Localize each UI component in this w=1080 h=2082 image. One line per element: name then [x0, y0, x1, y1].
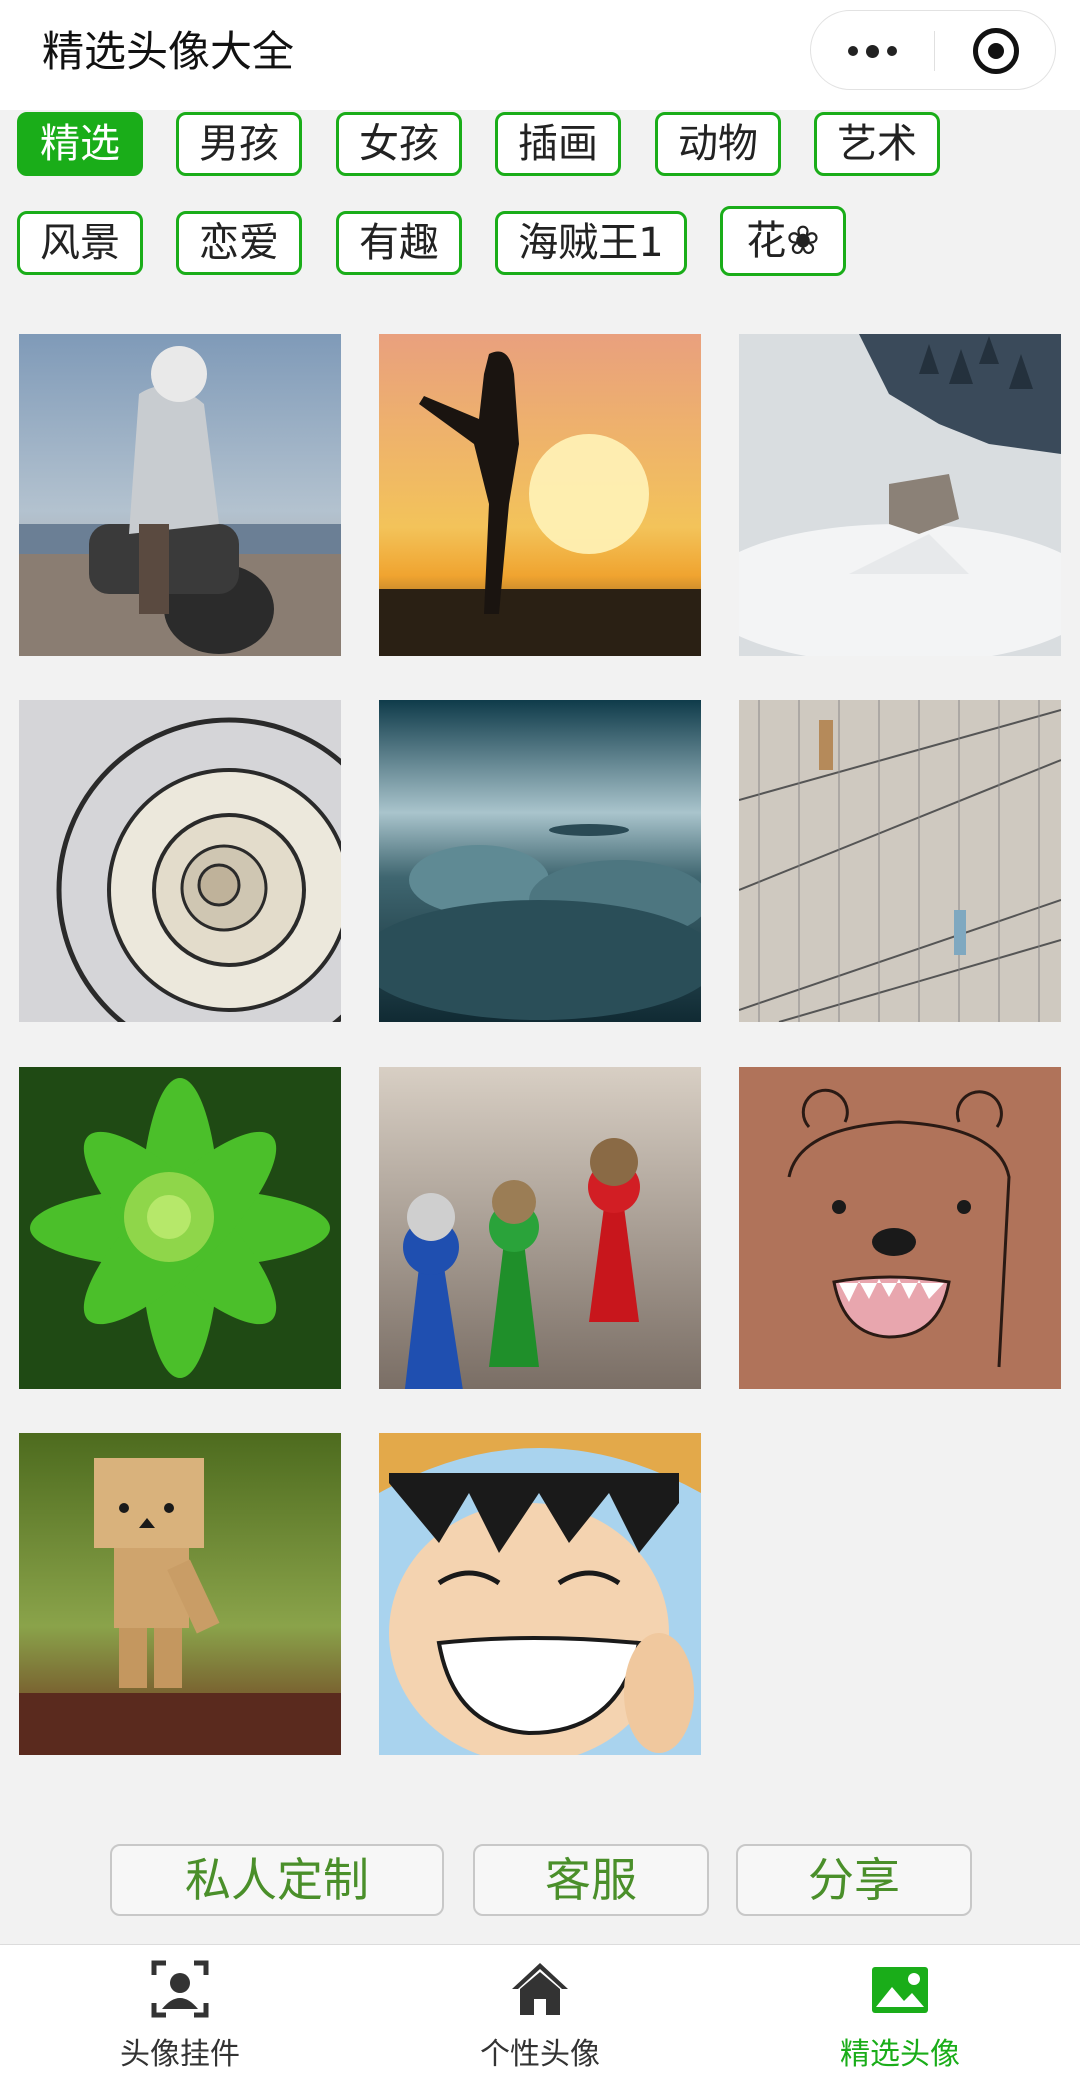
- customer-service-button[interactable]: 客服: [473, 1844, 709, 1916]
- sunset-silhouette-thumb[interactable]: [379, 334, 701, 656]
- wolves-in-fog-thumb[interactable]: [739, 334, 1061, 656]
- target-close-icon[interactable]: [934, 11, 1057, 91]
- tag-animals[interactable]: 动物: [655, 112, 781, 176]
- image-icon: [870, 1959, 930, 2019]
- green-plant-thumb[interactable]: [19, 1067, 341, 1389]
- tag-jingxuan[interactable]: 精选: [17, 112, 143, 176]
- stairs-couple-thumb[interactable]: [739, 700, 1061, 1022]
- tag-scenery[interactable]: 风景: [17, 211, 143, 275]
- brown-bear-cartoon-thumb[interactable]: [739, 1067, 1061, 1389]
- tab-bar: 头像挂件 个性头像 精选头像: [0, 1944, 1080, 2082]
- tab-label-avatar-pendant: 头像挂件: [120, 2037, 240, 2072]
- tag-illustration[interactable]: 插画: [495, 112, 621, 176]
- share-button[interactable]: 分享: [736, 1844, 972, 1916]
- game-pieces-thumb[interactable]: [379, 1067, 701, 1389]
- tag-girls[interactable]: 女孩: [336, 112, 462, 176]
- motorcycle-rider-thumb[interactable]: [19, 334, 341, 656]
- tab-avatar-pendant[interactable]: 头像挂件: [0, 1945, 360, 2082]
- tag-art[interactable]: 艺术: [814, 112, 940, 176]
- tag-love[interactable]: 恋爱: [176, 211, 302, 275]
- home-icon: [510, 1959, 570, 2019]
- box-robot-thumb[interactable]: [19, 1433, 341, 1755]
- tab-label-personal-avatar: 个性头像: [480, 2037, 600, 2072]
- navigation-bar: 精选头像大全: [0, 0, 1080, 110]
- page-title: 精选头像大全: [42, 27, 295, 76]
- tag-boys[interactable]: 男孩: [176, 112, 302, 176]
- cloudy-sky-thumb[interactable]: [379, 700, 701, 1022]
- more-dots-icon[interactable]: [811, 11, 934, 91]
- tag-flower[interactable]: 花❀: [720, 206, 846, 276]
- tag-one-piece[interactable]: 海贼王1: [495, 211, 687, 275]
- tab-personal-avatar[interactable]: 个性头像: [360, 1945, 720, 2082]
- luffy-smile-thumb[interactable]: [379, 1433, 701, 1755]
- tab-featured-avatar[interactable]: 精选头像: [720, 1945, 1080, 2082]
- tag-funny[interactable]: 有趣: [336, 211, 462, 275]
- mini-program-capsule: [810, 10, 1056, 90]
- tab-label-featured-avatar: 精选头像: [840, 2037, 960, 2072]
- portrait-frame-icon: [150, 1959, 210, 2019]
- custom-order-button[interactable]: 私人定制: [110, 1844, 444, 1916]
- spiral-staircase-thumb[interactable]: [19, 700, 341, 1022]
